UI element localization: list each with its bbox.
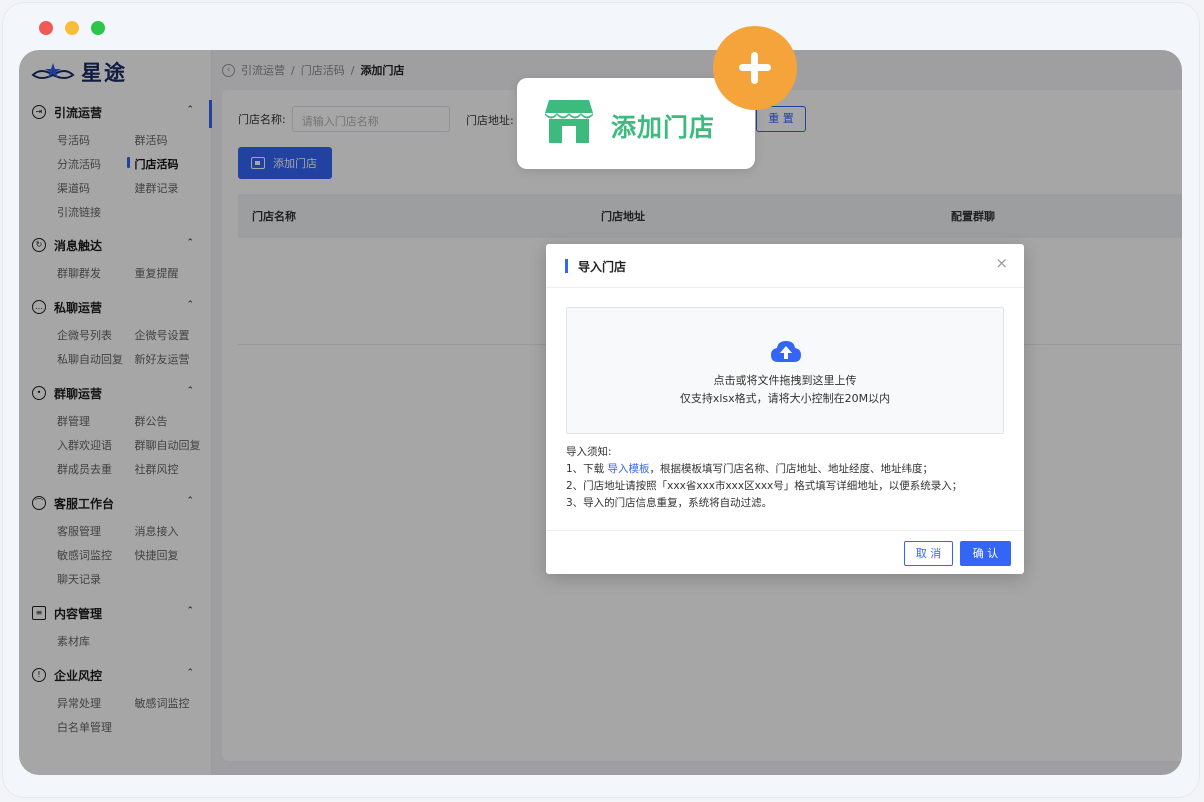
import-notes: 导入须知: 1、下载 导入模板，根据模板填写门店名称、门店地址、地址经度、地址纬… xyxy=(566,444,962,512)
plus-icon xyxy=(713,26,797,110)
note-item-3: 3、导入的门店信息重复，系统将自动过滤。 xyxy=(566,497,773,509)
close-icon[interactable]: × xyxy=(995,256,1008,271)
note-1-suffix: ，根据模板填写门店名称、门店地址、地址经度、地址纬度； xyxy=(649,463,934,475)
notes-title: 导入须知: xyxy=(566,446,612,458)
import-store-dialog: 导入门店 × 点击或将文件拖拽到这里上传 仅支持xlsx格式，请将大小控制在20… xyxy=(546,244,1024,574)
cancel-button[interactable]: 取 消 xyxy=(904,541,953,566)
upload-dropzone[interactable]: 点击或将文件拖拽到这里上传 仅支持xlsx格式，请将大小控制在20M以内 xyxy=(566,307,1004,434)
confirm-button[interactable]: 确 认 xyxy=(960,541,1011,566)
close-window-dot[interactable] xyxy=(39,21,53,35)
upload-instruction: 点击或将文件拖拽到这里上传 xyxy=(713,374,857,387)
note-item-2: 2、门店地址请按照「xxx省xxx市xxx区xxx号」格式填写详细地址，以便系统… xyxy=(566,480,963,492)
store-icon xyxy=(545,100,593,143)
maximize-window-dot[interactable] xyxy=(91,21,105,35)
note-item-1: 1、下载 导入模板，根据模板填写门店名称、门店地址、地址经度、地址纬度； xyxy=(566,461,962,478)
dialog-title: 导入门店 xyxy=(578,260,627,274)
window-controls xyxy=(39,21,105,35)
title-accent-bar xyxy=(565,259,568,273)
callout-label: 添加门店 xyxy=(611,113,716,142)
note-1-prefix: 1、下载 xyxy=(566,463,608,475)
download-template-link[interactable]: 导入模板 xyxy=(608,463,650,475)
minimize-window-dot[interactable] xyxy=(65,21,79,35)
dialog-footer: 取 消 确 认 xyxy=(546,530,1024,574)
dialog-header: 导入门店 × xyxy=(546,244,1024,288)
cloud-upload-icon xyxy=(771,341,801,362)
upload-format-hint: 仅支持xlsx格式，请将大小控制在20M以内 xyxy=(679,392,891,405)
